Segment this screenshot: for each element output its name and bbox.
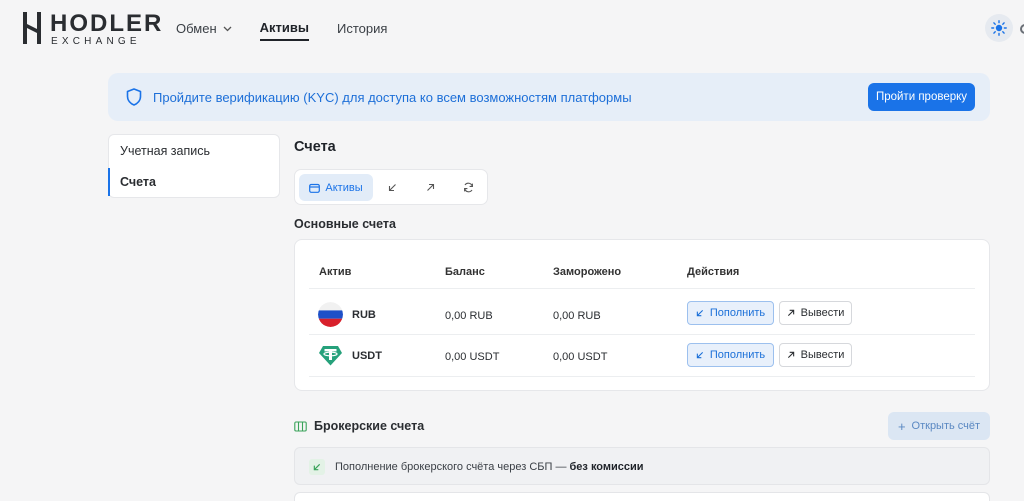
- arrow-up-right-icon: [426, 183, 434, 191]
- table-row-asset: RUB: [318, 302, 376, 327]
- bank-icon: [294, 421, 307, 432]
- nav-exchange[interactable]: Обмен: [176, 20, 232, 41]
- sbp-notice: Пополнение брокерского счёта через СБП —…: [294, 447, 990, 485]
- sidebar-item-label: Счета: [120, 174, 156, 189]
- account-tabs: Активы: [294, 169, 488, 205]
- broker-accounts-title: Брокерские счета: [294, 419, 424, 433]
- nav-exchange-label: Обмен: [176, 21, 217, 36]
- logo[interactable]: HODLER EXCHANGE: [22, 10, 161, 47]
- refresh-icon: [463, 182, 473, 192]
- sidebar-item-account[interactable]: Учетная запись: [109, 135, 279, 166]
- tether-icon: [318, 343, 343, 368]
- notice-main-text: Пополнение брокерского счёта через СБП —: [335, 461, 570, 473]
- main-accounts-title: Основные счета: [294, 217, 396, 231]
- wallet-icon: [309, 183, 321, 193]
- divider: [309, 376, 975, 377]
- column-header-frozen: Заморожено: [553, 266, 622, 278]
- withdraw-button[interactable]: Вывести: [779, 343, 852, 367]
- account-sidebar: Учетная запись Счета: [108, 134, 280, 198]
- open-account-label: Открыть счёт: [911, 420, 981, 432]
- notice-text: Пополнение брокерского счёта через СБП —…: [335, 461, 644, 473]
- plus-icon: +: [897, 418, 906, 434]
- nav-history[interactable]: История: [337, 20, 387, 41]
- nav-assets-label: Активы: [259, 20, 309, 35]
- broker-account-card: [294, 492, 990, 501]
- logo-name: HODLER: [50, 10, 164, 37]
- divider: [309, 334, 975, 335]
- kyc-banner: Пройдите верификацию (KYC) для доступа к…: [108, 73, 990, 121]
- deposit-button[interactable]: Пополнить: [687, 301, 774, 325]
- tab-assets-label: Активы: [325, 181, 363, 194]
- asset-name: USDT: [352, 349, 382, 362]
- deposit-button[interactable]: Пополнить: [687, 343, 774, 367]
- main-nav: Обмен Активы История: [176, 20, 387, 41]
- column-header-balance: Баланс: [445, 266, 485, 278]
- tab-deposits[interactable]: [385, 180, 399, 194]
- logo-mark-icon: [23, 12, 41, 44]
- balance-value: 0,00 USDT: [445, 351, 500, 363]
- asset-name: RUB: [352, 308, 376, 321]
- user-menu-icon[interactable]: [1020, 24, 1024, 34]
- chevron-down-icon: [223, 26, 232, 31]
- divider: [309, 288, 975, 289]
- main-accounts-table: Актив Баланс Заморожено Действия RUB 0,0…: [294, 239, 990, 391]
- page-title: Счета: [294, 139, 336, 155]
- shield-icon: [126, 88, 142, 106]
- arrow-down-left-icon: [309, 459, 325, 475]
- sidebar-item-accounts[interactable]: Счета: [108, 166, 279, 197]
- top-header: HODLER EXCHANGE Обмен Активы История: [0, 0, 1024, 58]
- nav-history-label: История: [336, 21, 388, 36]
- arrow-down-left-icon: [696, 351, 703, 359]
- frozen-value: 0,00 USDT: [553, 351, 608, 363]
- tab-assets[interactable]: Активы: [299, 174, 373, 201]
- arrow-up-right-icon: [787, 351, 794, 359]
- arrow-down-left-icon: [388, 183, 396, 191]
- withdraw-label: Вывести: [800, 349, 845, 361]
- column-header-asset: Актив: [319, 266, 352, 278]
- deposit-label: Пополнить: [709, 307, 766, 319]
- withdraw-button[interactable]: Вывести: [779, 301, 852, 325]
- deposit-label: Пополнить: [709, 349, 766, 361]
- balance-value: 0,00 RUB: [445, 310, 493, 322]
- table-row-asset: USDT: [318, 343, 382, 368]
- arrow-down-left-icon: [696, 309, 703, 317]
- start-verification-button[interactable]: Пройти проверку: [868, 83, 975, 111]
- arrow-up-right-icon: [787, 309, 794, 317]
- open-account-button[interactable]: + Открыть счёт: [888, 412, 990, 440]
- broker-title-label: Брокерские счета: [314, 419, 425, 433]
- withdraw-label: Вывести: [800, 307, 845, 319]
- sun-icon: [991, 20, 1007, 36]
- sidebar-item-label: Учетная запись: [120, 143, 211, 158]
- frozen-value: 0,00 RUB: [553, 310, 601, 322]
- rub-flag-icon: [318, 302, 343, 327]
- theme-toggle-button[interactable]: [985, 14, 1013, 42]
- column-header-actions: Действия: [687, 266, 740, 278]
- kyc-message: Пройдите верификацию (KYC) для доступа к…: [153, 90, 632, 105]
- nav-assets[interactable]: Активы: [259, 20, 309, 41]
- tab-transfers[interactable]: [461, 180, 475, 194]
- notice-bold-text: без комиссии: [569, 461, 644, 473]
- tab-withdrawals[interactable]: [423, 180, 437, 194]
- logo-subtitle: EXCHANGE: [51, 36, 141, 47]
